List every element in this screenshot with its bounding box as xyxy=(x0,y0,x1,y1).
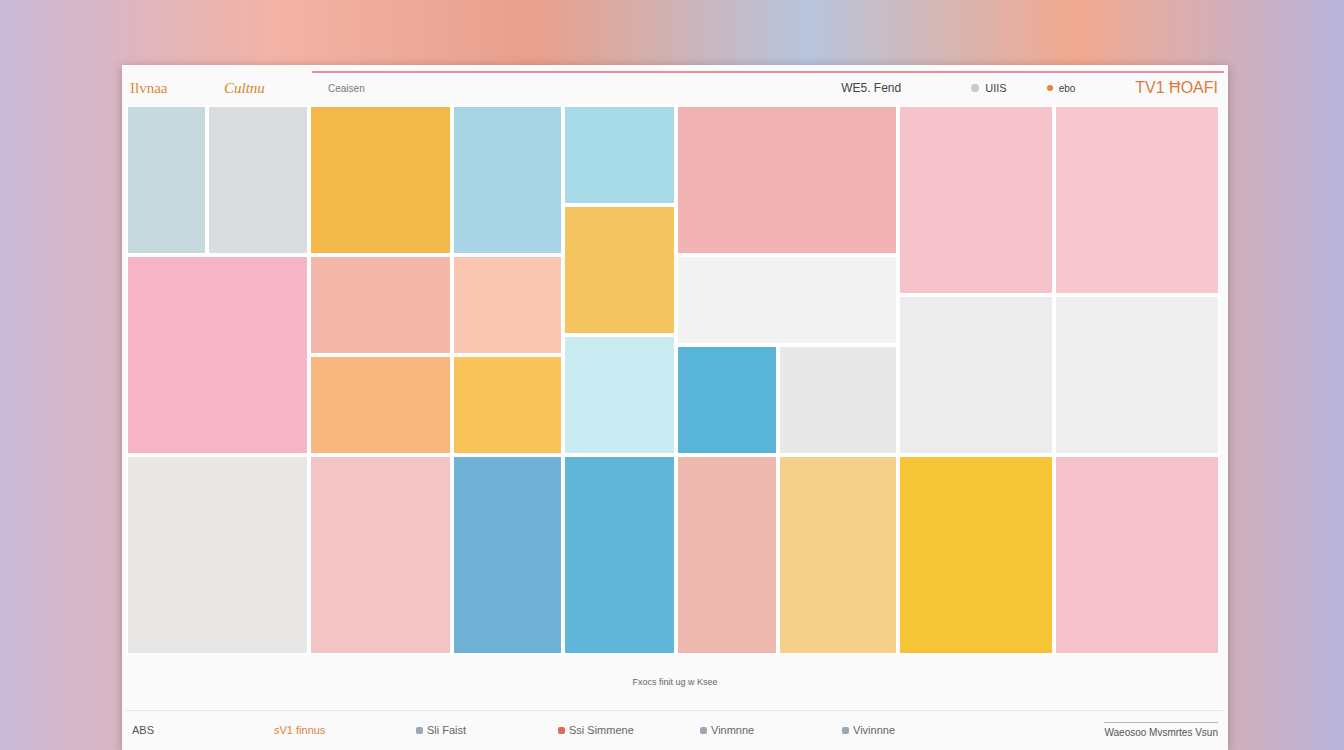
link-icon xyxy=(700,727,707,734)
cart-link[interactable]: TV1 ĦOAFI xyxy=(1135,76,1218,100)
product-tile[interactable] xyxy=(452,355,563,455)
link-icon xyxy=(842,727,849,734)
link-icon xyxy=(558,727,565,734)
header: IlvnaaCultnuCeaisen WE5. Fend UIIS ebo TV1 Ħ… xyxy=(126,65,1224,105)
product-tile[interactable] xyxy=(309,355,452,455)
product-tile[interactable] xyxy=(126,105,207,255)
page: IlvnaaCultnuCeaisen WE5. Fend UIIS ebo TV1 Ħ… xyxy=(0,0,1344,750)
logo[interactable]: Ilvnaa xyxy=(130,77,224,100)
nav-link[interactable]: WE5. Fend xyxy=(841,79,901,97)
nav-link[interactable]: ebo xyxy=(1047,81,1076,96)
product-tile[interactable] xyxy=(1054,455,1220,655)
product-tile[interactable] xyxy=(778,345,898,455)
header-rule xyxy=(312,71,1224,73)
caption-band: Fxocs finit ug w Ksee xyxy=(126,655,1224,710)
user-icon xyxy=(971,84,979,92)
product-tile[interactable] xyxy=(778,455,898,655)
caption: Fxocs finit ug w Ksee xyxy=(632,676,717,690)
footer-link[interactable]: Sli Faist xyxy=(416,722,558,739)
product-tile[interactable] xyxy=(452,455,563,655)
brand[interactable]: Cultnu xyxy=(224,77,328,100)
product-tile[interactable] xyxy=(898,455,1054,655)
product-tile[interactable] xyxy=(452,255,563,355)
product-tile[interactable] xyxy=(898,105,1054,295)
product-tile[interactable] xyxy=(563,205,676,335)
footer-link[interactable]: ABS xyxy=(132,722,274,739)
product-tile[interactable] xyxy=(1054,105,1220,295)
footer-link[interactable]: Vivinnne xyxy=(842,722,984,739)
product-tile[interactable] xyxy=(898,295,1054,455)
product-grid xyxy=(126,105,1224,655)
product-tile[interactable] xyxy=(676,255,898,345)
product-tile[interactable] xyxy=(563,105,676,205)
product-tile[interactable] xyxy=(563,455,676,655)
footer-link[interactable]: sV1 finnus xyxy=(274,722,416,739)
product-tile[interactable] xyxy=(126,255,309,455)
product-tile[interactable] xyxy=(676,345,778,455)
product-tile[interactable] xyxy=(1054,295,1220,455)
dot-icon xyxy=(1047,85,1053,91)
footer-link[interactable]: Ssi Simmene xyxy=(558,722,700,739)
product-tile[interactable] xyxy=(309,105,452,255)
website-panel: IlvnaaCultnuCeaisen WE5. Fend UIIS ebo TV1 Ħ… xyxy=(122,65,1228,750)
footer: ABSsV1 finnusSli FaistSsi SimmeneVinmnne… xyxy=(126,710,1224,750)
product-tile[interactable] xyxy=(676,105,898,255)
product-tile[interactable] xyxy=(676,455,778,655)
product-tile[interactable] xyxy=(126,455,309,655)
nav-link[interactable]: UIIS xyxy=(971,80,1006,97)
product-tile[interactable] xyxy=(563,335,676,455)
link-icon xyxy=(416,727,423,734)
product-tile[interactable] xyxy=(207,105,309,255)
footer-note: Waeosoo Mvsmrtes Vsun xyxy=(1104,722,1218,740)
footer-link[interactable]: Vinmnne xyxy=(700,722,842,739)
product-tile[interactable] xyxy=(309,255,452,355)
product-tile[interactable] xyxy=(452,105,563,255)
product-tile[interactable] xyxy=(309,455,452,655)
tagline: Ceaisen xyxy=(328,81,365,96)
